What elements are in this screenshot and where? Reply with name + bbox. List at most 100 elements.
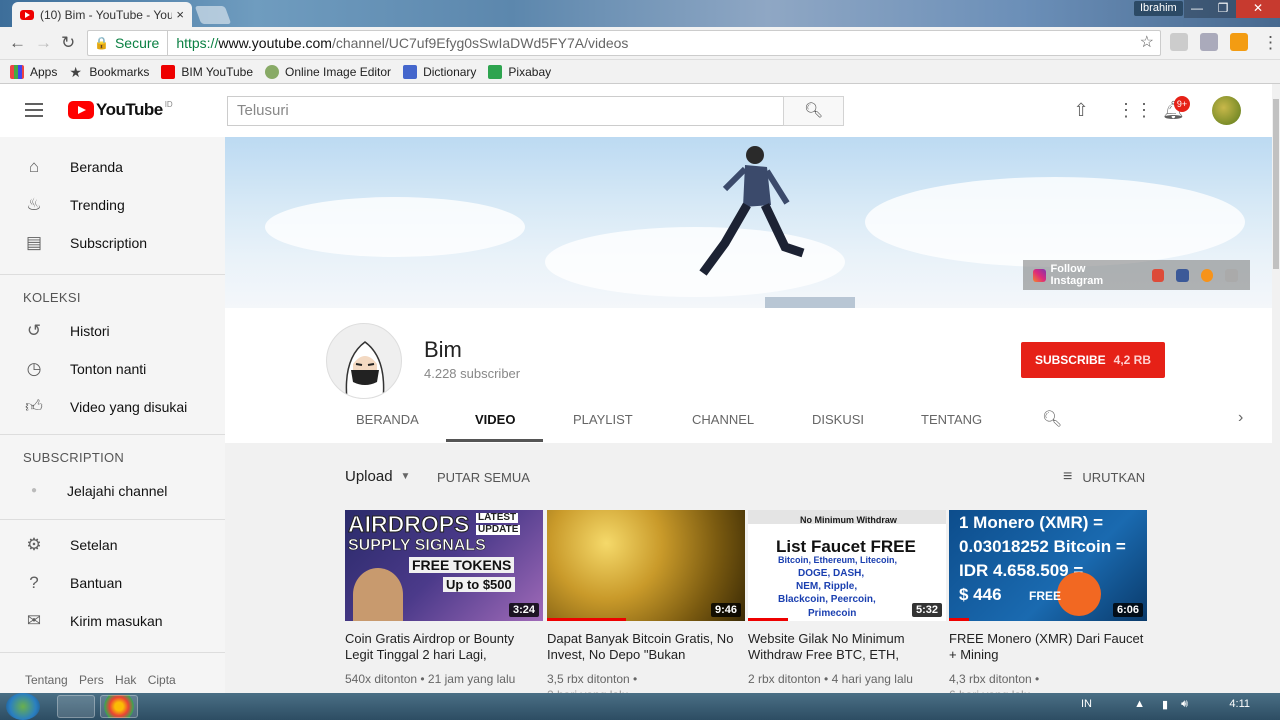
start-button[interactable] [6, 693, 40, 720]
tray-arrow-icon[interactable]: ▲ [1134, 698, 1145, 710]
channel-search-icon[interactable]: 🔍︎ [1042, 409, 1062, 429]
chrome-taskbar-icon[interactable] [100, 695, 138, 718]
play-all-button[interactable]: PUTAR SEMUA [437, 470, 530, 485]
subscribe-label: SUBSCRIBE [1034, 353, 1106, 367]
secure-label: Secure [115, 31, 169, 55]
language-indicator[interactable]: IN [1081, 698, 1092, 710]
sidebar-footer-links[interactable]: Tentang Pers Hak Cipta [25, 673, 176, 687]
video-card[interactable]: No Minimum Withdraw List Faucet FREE Bit… [748, 510, 946, 687]
apps-grid-icon[interactable]: ⋮⋮ [1117, 100, 1153, 120]
video-thumbnail[interactable]: No Minimum Withdraw List Faucet FREE Bit… [748, 510, 946, 621]
page-scrollbar[interactable] [1272, 84, 1280, 693]
tab-tentang[interactable]: TENTANG [921, 412, 982, 427]
bitcoin-icon[interactable] [1200, 268, 1214, 282]
sidebar-item-setelan[interactable]: ⚙ Setelan [0, 526, 225, 564]
video-card[interactable]: AIRDROPS LATEST UPDATE SUPPLY SIGNALS FR… [345, 510, 543, 687]
logo-text: YouTube [96, 100, 163, 119]
sidebar-item-kirim-masukan[interactable]: ✉ Kirim masukan [0, 602, 225, 640]
network-icon[interactable]: ▮ [1162, 698, 1168, 711]
channel-avatar[interactable] [326, 323, 402, 399]
sidebar-item-bantuan[interactable]: ? Bantuan [0, 564, 225, 602]
hamburger-menu-icon[interactable] [25, 103, 43, 117]
chevron-right-icon[interactable]: › [1238, 409, 1243, 427]
thumb-text: LATEST [476, 512, 519, 523]
bookmark-label: Apps [30, 64, 58, 79]
videos-section: Upload ▼ PUTAR SEMUA ≡ URUTKAN AIRDROPS … [225, 443, 1272, 699]
metamask-icon[interactable] [1230, 33, 1248, 51]
video-title[interactable]: Dapat Banyak Bitcoin Gratis, No Invest, … [547, 631, 745, 663]
thumb-text: DOGE, DASH, [798, 568, 865, 579]
volume-icon[interactable]: 🔊︎ [1181, 698, 1188, 711]
bookmark-star-icon[interactable]: ☆ [1140, 31, 1154, 55]
video-thumbnail[interactable]: 9:46 [547, 510, 745, 621]
forward-arrow-icon[interactable]: → [35, 33, 52, 53]
star-icon: ★ [69, 63, 82, 80]
tab-close-icon[interactable]: × [176, 7, 184, 22]
subscribe-button[interactable]: SUBSCRIBE 4,2 RB [1021, 342, 1165, 378]
minimize-button[interactable]: — [1184, 0, 1210, 18]
menu-kebab-icon[interactable]: ⋮ [1262, 33, 1279, 53]
youtube-logo[interactable]: YouTube ID [68, 100, 173, 120]
bookmark-bim-youtube[interactable]: BIM YouTube [161, 64, 253, 79]
tab-beranda[interactable]: BERANDA [356, 412, 419, 427]
thumb-text: $ 446 [959, 585, 1002, 604]
tab-diskusi[interactable]: DISKUSI [812, 412, 864, 427]
tab-channel[interactable]: CHANNEL [692, 412, 754, 427]
sort-button[interactable]: ≡ URUTKAN [1063, 468, 1145, 486]
upload-dropdown[interactable]: Upload ▼ [345, 468, 410, 485]
browser-tab[interactable]: (10) Bim - YouTube - You × [12, 2, 192, 27]
caret-down-icon: ▼ [400, 471, 411, 482]
tab-playlist[interactable]: PLAYLIST [573, 412, 633, 427]
bookmark-online-image-editor[interactable]: Online Image Editor [265, 64, 391, 79]
search-button[interactable]: 🔍︎ [783, 96, 844, 126]
thumb-text: FREE [1029, 589, 1062, 603]
sidebar-item-trending[interactable]: ♨ Trending [0, 186, 225, 224]
google-plus-icon[interactable] [1151, 268, 1165, 282]
video-card[interactable]: 1 Monero (XMR) = 0.03018252 Bitcoin = ID… [949, 510, 1147, 699]
scrollbar-thumb[interactable] [1273, 99, 1279, 269]
sidebar-item-tonton-nanti[interactable]: ◷ Tonton nanti [0, 350, 225, 388]
reload-icon[interactable]: ↻ [61, 33, 75, 53]
bookmark-bookmarks[interactable]: ★ Bookmarks [69, 65, 149, 79]
search-input[interactable]: Telusuri [227, 96, 784, 126]
account-avatar[interactable] [1212, 96, 1241, 125]
new-tab-button[interactable] [194, 6, 232, 24]
flame-icon: ♨ [26, 195, 42, 214]
video-thumbnail[interactable]: AIRDROPS LATEST UPDATE SUPPLY SIGNALS FR… [345, 510, 543, 621]
sidebar-item-video-disukai[interactable]: 👍︎ Video yang disukai [0, 388, 225, 426]
clock[interactable]: 4:11 [1229, 698, 1250, 710]
video-thumbnail[interactable]: 1 Monero (XMR) = 0.03018252 Bitcoin = ID… [949, 510, 1147, 621]
video-title[interactable]: FREE Monero (XMR) Dari Faucet + Mining [949, 631, 1147, 663]
bookmark-dictionary[interactable]: Dictionary [403, 64, 476, 79]
facebook-icon[interactable] [1176, 268, 1189, 282]
bookmark-apps[interactable]: Apps [10, 64, 58, 79]
browser-title-bar: (10) Bim - YouTube - You × Ibrahim — ❐ ✕ [0, 0, 1280, 27]
tab-video[interactable]: VIDEO [475, 412, 515, 427]
sidebar-item-subscription[interactable]: ▤ Subscription [0, 224, 225, 262]
sidebar-item-beranda[interactable]: ⌂ Beranda [0, 148, 225, 186]
extension-icon[interactable] [1170, 33, 1188, 51]
window-controls: — ❐ ✕ [1184, 0, 1280, 18]
video-title[interactable]: Website Gilak No Minimum Withdraw Free B… [748, 631, 946, 663]
bookmark-pixabay[interactable]: Pixabay [488, 64, 551, 79]
file-explorer-icon[interactable] [57, 695, 95, 718]
omnibox[interactable]: 🔒 Secure https:// www.youtube.com /chann… [87, 30, 1161, 56]
sidebar-item-jelajahi-channel[interactable]: ● Jelajahi channel [0, 472, 225, 510]
address-bar-row: ← → ↻ 🔒 Secure https:// www.youtube.com … [0, 27, 1280, 60]
upload-icon[interactable]: ⇧ [1071, 100, 1091, 120]
thumb-person [353, 568, 403, 621]
website-icon[interactable] [1225, 268, 1239, 282]
bookmark-label: Bookmarks [89, 64, 150, 79]
close-window-button[interactable]: ✕ [1236, 0, 1280, 18]
video-card[interactable]: 9:46 Dapat Banyak Bitcoin Gratis, No Inv… [547, 510, 745, 699]
sidebar-item-histori[interactable]: ↺ Histori [0, 312, 225, 350]
monero-logo-icon [1057, 572, 1101, 616]
maximize-button[interactable]: ❐ [1210, 0, 1236, 18]
profile-chip[interactable]: Ibrahim [1134, 1, 1183, 16]
follow-instagram-link[interactable]: Follow Instagram [1023, 260, 1250, 290]
video-title[interactable]: Coin Gratis Airdrop or Bounty Legit Ting… [345, 631, 543, 663]
extension-icon[interactable] [1200, 33, 1218, 51]
back-arrow-icon[interactable]: ← [9, 33, 26, 53]
jumping-person-figure [699, 146, 805, 276]
banner-cloud [265, 197, 525, 257]
